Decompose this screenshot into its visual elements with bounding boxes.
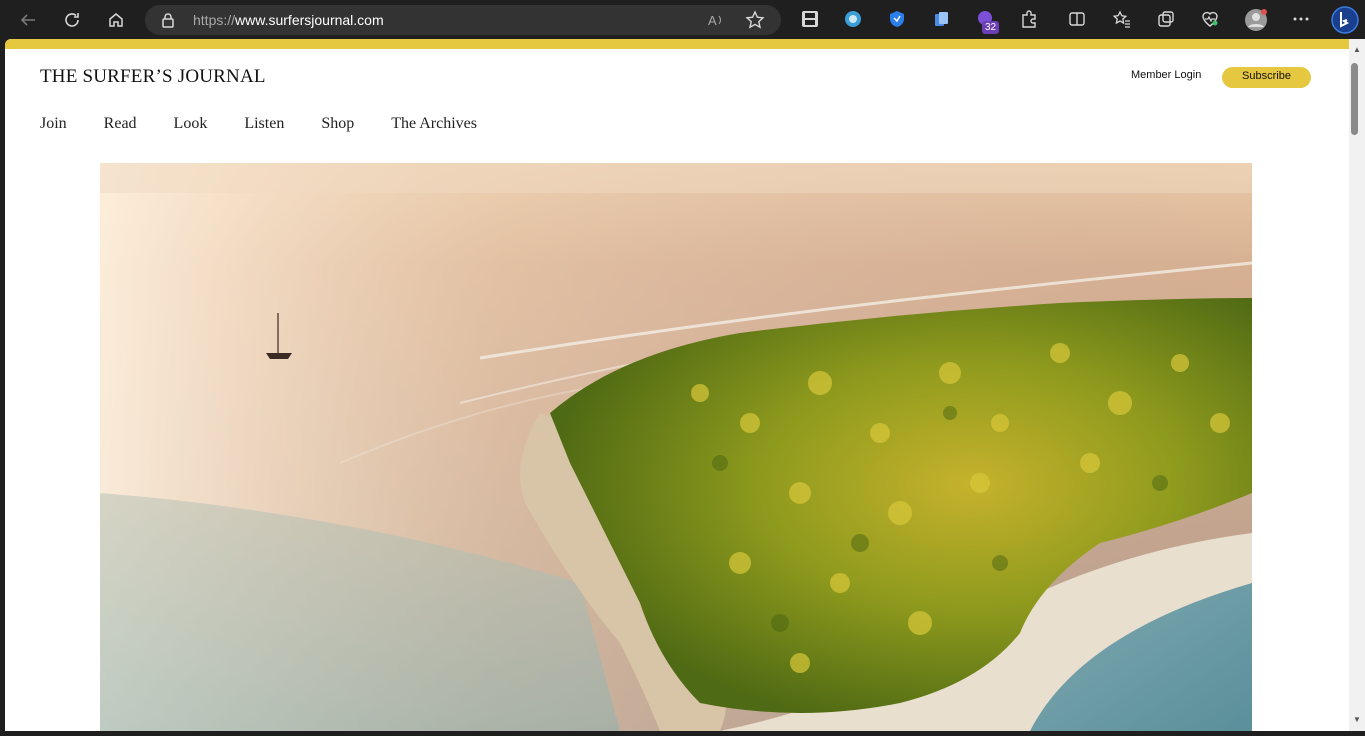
favorites-icon[interactable] [1112,9,1132,29]
lock-icon [161,12,175,33]
accent-bar [5,39,1349,49]
web-page: THE SURFER’S JOURNAL Member Login Subscr… [5,39,1349,731]
extension-badge: 32 [982,21,1000,34]
more-options-icon[interactable] [1291,9,1311,29]
refresh-icon[interactable] [59,7,85,33]
svg-text:A: A [708,13,717,28]
url-text[interactable]: https://www.surfersjournal.com [193,12,384,28]
bing-copilot-icon[interactable] [1331,6,1359,34]
url-domain: www.surfersjournal.com [235,12,384,28]
main-nav: Join Read Look Listen Shop The Archives [40,115,514,133]
performance-icon[interactable] [1200,9,1220,29]
nav-look[interactable]: Look [174,115,208,133]
scrollbar-thumb[interactable] [1351,63,1358,135]
scroll-down-arrow-icon[interactable]: ▼ [1353,715,1361,724]
member-login-link[interactable]: Member Login [1131,69,1201,81]
browser-toolbar: https://www.surfersjournal.com A 32 [0,0,1365,39]
profile-avatar[interactable] [1244,8,1268,32]
extension-copy-icon[interactable] [931,9,951,29]
split-screen-icon[interactable] [1067,9,1087,29]
vertical-scrollbar[interactable]: ▲ ▼ [1349,39,1365,731]
nav-read[interactable]: Read [104,115,137,133]
subscribe-button[interactable]: Subscribe [1222,67,1311,88]
extension-shield-icon[interactable] [887,9,907,29]
url-prefix: https:// [193,12,236,28]
favorite-star-icon[interactable] [745,10,765,35]
address-bar[interactable]: https://www.surfersjournal.com A [145,5,781,35]
nav-join[interactable]: Join [40,115,67,133]
back-icon[interactable] [15,7,41,33]
nav-the-archives[interactable]: The Archives [391,115,477,133]
collections-icon[interactable] [1156,9,1176,29]
scroll-up-arrow-icon[interactable]: ▲ [1353,45,1361,54]
nav-shop[interactable]: Shop [321,115,354,133]
site-logo[interactable]: THE SURFER’S JOURNAL [40,66,266,88]
read-aloud-icon[interactable]: A [707,11,725,34]
extensions-puzzle-icon[interactable] [1019,9,1039,29]
extension-save-icon[interactable] [800,9,820,29]
extension-globe-icon[interactable] [843,9,863,29]
window-bottom-edge [0,731,1365,736]
hero-image [100,163,1252,731]
home-icon[interactable] [103,7,129,33]
nav-listen[interactable]: Listen [244,115,284,133]
